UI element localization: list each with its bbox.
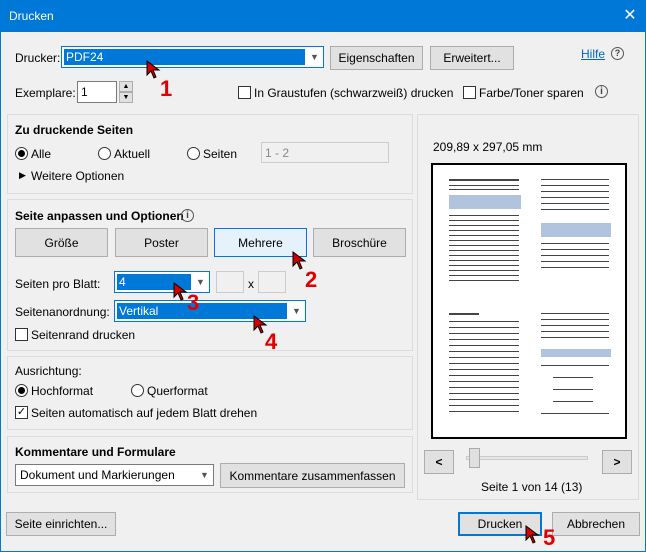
- print-border-checkbox[interactable]: [15, 328, 28, 341]
- pages-radio[interactable]: [187, 147, 200, 160]
- chevron-down-icon: ▼: [292, 306, 301, 316]
- current-radio[interactable]: [98, 147, 111, 160]
- mouse-cursor-icon: [525, 525, 540, 544]
- page-preview: [431, 163, 627, 439]
- more-options-label[interactable]: Weitere Optionen: [31, 169, 124, 183]
- copies-up-button[interactable]: ▲: [119, 81, 133, 92]
- step-number-1: 1: [160, 76, 173, 101]
- expand-arrow-icon[interactable]: ▶: [19, 170, 26, 181]
- size-button[interactable]: Größe: [15, 228, 108, 257]
- window-title: Drucken: [9, 9, 54, 23]
- orientation-label: Ausrichtung:: [15, 364, 82, 378]
- toner-checkbox[interactable]: [463, 86, 476, 99]
- comments-value: Dokument und Markierungen: [20, 468, 175, 482]
- grayscale-checkbox[interactable]: [238, 86, 251, 99]
- portrait-label: Hochformat: [31, 384, 94, 398]
- page-order-select[interactable]: Vertikal ▼: [114, 300, 306, 322]
- paper-size-label: 209,89 x 297,05 mm: [433, 140, 543, 154]
- comments-title: Kommentare und Formulare: [15, 445, 176, 459]
- printer-select[interactable]: PDF24 ▼: [61, 46, 324, 68]
- toner-label: Farbe/Toner sparen: [479, 86, 584, 100]
- custom-rows-input[interactable]: [258, 271, 286, 293]
- cancel-button[interactable]: Abbrechen: [552, 512, 640, 536]
- pages-title: Zu druckende Seiten: [15, 123, 134, 137]
- portrait-radio[interactable]: [15, 384, 28, 397]
- pages-label: Seiten: [203, 147, 238, 161]
- help-link[interactable]: Hilfe: [581, 47, 605, 61]
- fit-info-icon[interactable]: i: [181, 209, 194, 222]
- printer-value: PDF24: [64, 49, 305, 65]
- page-counter: Seite 1 von 14 (13): [481, 480, 583, 494]
- custom-cols-input[interactable]: [216, 271, 244, 293]
- auto-rotate-label: Seiten automatisch auf jedem Blatt drehe…: [31, 406, 258, 420]
- step-number-4: 4: [265, 329, 278, 354]
- page-setup-button[interactable]: Seite einrichten...: [6, 512, 116, 536]
- title-bar: Drucken ✕: [0, 0, 646, 32]
- page-range-input[interactable]: 1 - 2: [261, 142, 389, 163]
- help-icon[interactable]: ?: [611, 47, 624, 60]
- copies-down-button[interactable]: ▼: [119, 92, 133, 103]
- chevron-down-icon: ▼: [200, 470, 209, 480]
- landscape-radio[interactable]: [131, 384, 144, 397]
- pages-per-sheet-label: Seiten pro Blatt:: [15, 277, 101, 291]
- times-label: x: [248, 277, 254, 291]
- summarize-comments-button[interactable]: Kommentare zusammenfassen: [220, 463, 405, 488]
- properties-button[interactable]: Eigenschaften: [330, 46, 423, 70]
- landscape-label: Querformat: [147, 384, 208, 398]
- info-icon[interactable]: i: [595, 85, 608, 98]
- printer-label: Drucker:: [15, 51, 61, 65]
- current-label: Aktuell: [114, 147, 151, 161]
- poster-button[interactable]: Poster: [115, 228, 208, 257]
- close-icon[interactable]: ✕: [618, 4, 642, 28]
- auto-rotate-checkbox[interactable]: ✓: [15, 406, 28, 419]
- advanced-button[interactable]: Erweitert...: [430, 46, 514, 70]
- copies-value: 1: [81, 85, 88, 99]
- page-range-placeholder: 1 - 2: [265, 146, 290, 160]
- copies-input[interactable]: 1: [77, 81, 117, 103]
- page-slider-thumb[interactable]: [469, 448, 480, 468]
- chevron-down-icon: ▼: [196, 277, 205, 287]
- booklet-button[interactable]: Broschüre: [313, 228, 406, 257]
- step-number-5: 5: [543, 525, 556, 550]
- all-label: Alle: [31, 147, 52, 161]
- comments-select[interactable]: Dokument und Markierungen ▼: [15, 464, 214, 486]
- preview-thumbnail: [449, 179, 611, 414]
- copies-label: Exemplare:: [15, 86, 76, 100]
- page-slider-track[interactable]: [466, 456, 588, 460]
- step-number-2: 2: [305, 267, 318, 292]
- page-order-label: Seitenanordnung:: [15, 305, 110, 319]
- step-number-3: 3: [187, 290, 200, 315]
- grayscale-label: In Graustufen (schwarzweiß) drucken: [254, 86, 454, 100]
- fit-title: Seite anpassen und Optionen: [15, 209, 184, 223]
- print-border-label: Seitenrand drucken: [31, 328, 136, 342]
- chevron-down-icon: ▼: [310, 52, 319, 62]
- next-page-button[interactable]: >: [602, 450, 632, 474]
- all-radio[interactable]: [15, 147, 28, 160]
- previous-page-button[interactable]: <: [424, 450, 454, 474]
